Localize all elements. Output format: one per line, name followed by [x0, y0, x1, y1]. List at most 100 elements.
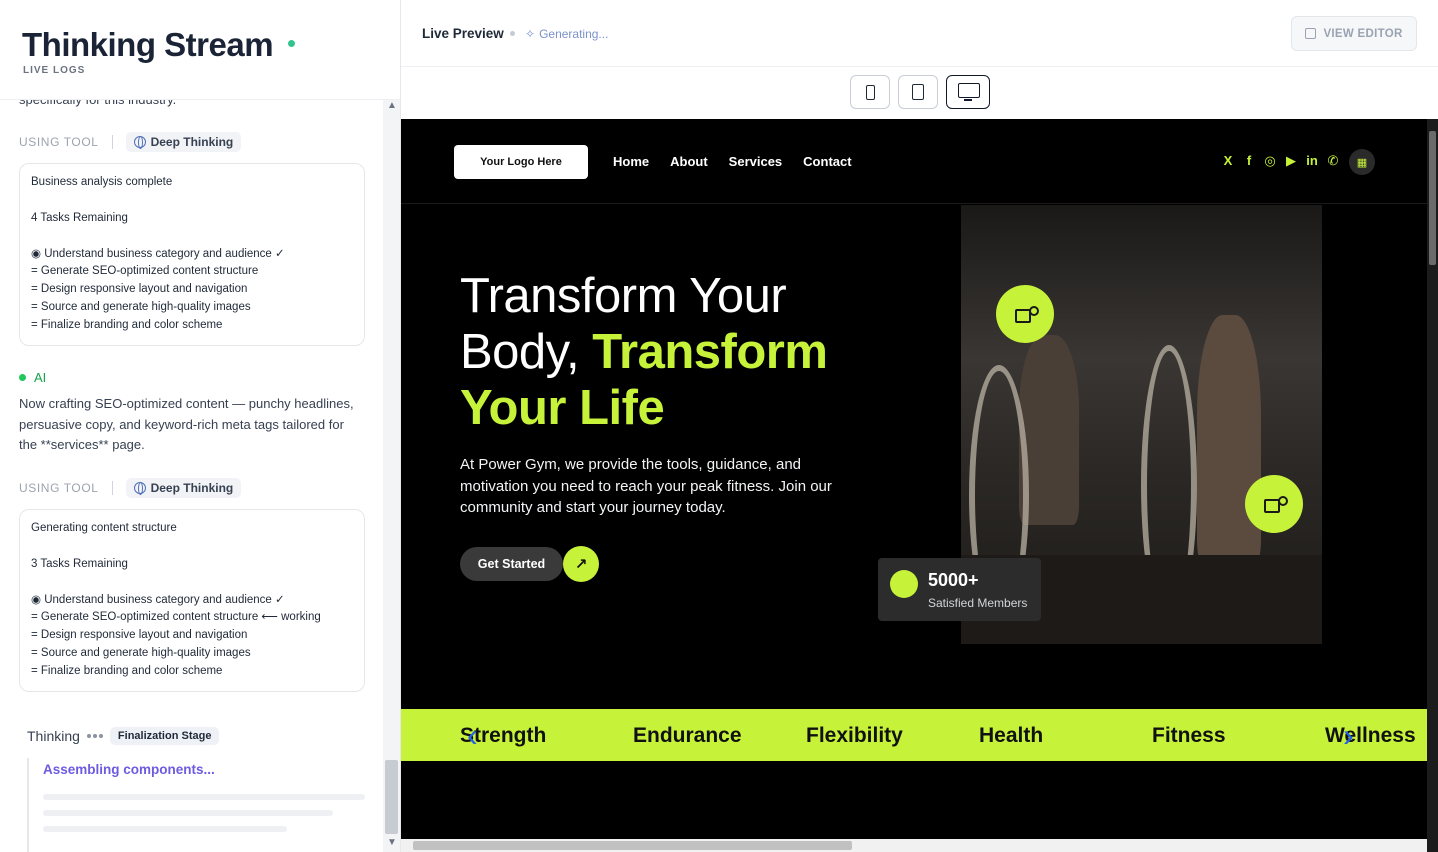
marquee-item: Wellness: [1325, 724, 1416, 747]
live-preview-title: Live Preview: [422, 26, 504, 41]
keywords-marquee: Strength Endurance Flexibility Health Fi…: [401, 709, 1427, 761]
grid-menu-icon[interactable]: ▦: [1349, 149, 1375, 175]
page-subtitle: LIVE LOGS: [23, 65, 86, 76]
nav-link-about[interactable]: About: [670, 154, 708, 169]
arrow-up-right-icon[interactable]: ↗: [563, 546, 599, 582]
thinking-stream-panel: specifically for this industry. USING TO…: [0, 0, 401, 852]
megaphone-icon: [996, 285, 1054, 343]
chevron-left-icon[interactable]: ‹: [467, 717, 478, 753]
site-navbar: Your Logo Here Home About Services Conta…: [401, 119, 1427, 204]
task-status: Generating content structure: [31, 522, 177, 534]
hero-description: At Power Gym, we provide the tools, guid…: [460, 456, 832, 516]
scroll-up-icon[interactable]: ▲: [387, 100, 397, 111]
stat-label: Satisfied Members: [928, 596, 1028, 610]
task-box: Generating content structure 3 Tasks Rem…: [19, 509, 365, 692]
task-item: = Generate SEO-optimized content structu…: [31, 265, 259, 278]
megaphone-icon: [1245, 475, 1303, 533]
hero-heading-line3: Your Life: [460, 381, 665, 435]
hero-heading-line1: Transform Your: [460, 269, 787, 323]
task-item: = Source and generate high-quality image…: [31, 646, 251, 659]
live-preview-panel: Live Preview ✧ Generating... VIEW EDITOR…: [401, 0, 1438, 852]
stage-badge: Finalization Stage: [109, 727, 220, 745]
tool-name: Deep Thinking: [150, 481, 234, 495]
youtube-icon[interactable]: ▶: [1284, 153, 1298, 168]
preview-topbar: Live Preview ✧ Generating... VIEW EDITOR: [401, 0, 1438, 67]
stream-log[interactable]: specifically for this industry. USING TO…: [0, 80, 383, 852]
get-started-button[interactable]: Get Started: [460, 547, 563, 581]
generating-status: ✧ Generating...: [525, 27, 608, 41]
assembling-text: Assembling components...: [43, 762, 215, 777]
task-item: ◉ Understand business category and audie…: [31, 593, 285, 606]
task-item: = Design responsive layout and navigatio…: [31, 283, 248, 296]
desktop-view-button[interactable]: [946, 75, 990, 109]
hero-highlight: Transform: [592, 325, 828, 379]
tool-pill: Deep Thinking: [125, 478, 242, 498]
left-scrollbar[interactable]: ▲ ▼: [383, 100, 400, 852]
chevron-right-icon[interactable]: ›: [1343, 717, 1354, 753]
marquee-item: Endurance: [633, 724, 742, 747]
globe-icon: [133, 482, 146, 495]
sparkle-icon: ✧: [525, 27, 536, 41]
device-toggle: [850, 75, 990, 109]
tool-name: Deep Thinking: [150, 135, 234, 149]
stat-card: 5000+ Satisfied Members: [878, 558, 1041, 621]
divider: [111, 481, 113, 495]
whatsapp-icon[interactable]: ✆: [1326, 153, 1340, 168]
skeleton-line: [43, 810, 333, 816]
tablet-view-button[interactable]: [898, 75, 938, 109]
app-window: specifically for this industry. USING TO…: [0, 0, 1438, 852]
task-status: Business analysis complete: [31, 176, 173, 188]
site-logo[interactable]: Your Logo Here: [454, 145, 588, 179]
tool-label: USING TOOL: [19, 481, 99, 495]
mobile-view-button[interactable]: [850, 75, 890, 109]
view-editor-button[interactable]: VIEW EDITOR: [1291, 16, 1417, 51]
marquee-item: Health: [979, 724, 1044, 747]
loading-dots-icon: [86, 734, 103, 738]
scrollbar-thumb[interactable]: [1429, 131, 1436, 265]
athlete-figure: [1197, 315, 1261, 565]
instagram-icon[interactable]: ◎: [1263, 153, 1277, 168]
ai-message: Now crafting SEO-optimized content — pun…: [19, 396, 354, 452]
nav-link-contact[interactable]: Contact: [803, 154, 851, 169]
nav-link-home[interactable]: Home: [613, 154, 649, 169]
thinking-body: Assembling components...: [27, 758, 367, 852]
task-item: = Finalize branding and color scheme: [31, 664, 223, 677]
tool-pill: Deep Thinking: [125, 132, 242, 152]
x-twitter-icon[interactable]: X: [1221, 153, 1235, 168]
ai-label-row: AI: [19, 370, 46, 385]
hero-text: Body,: [460, 325, 593, 379]
marquee-item: Fitness: [1152, 724, 1226, 747]
thinking-label: Thinking: [27, 728, 80, 744]
scrollbar-thumb[interactable]: [385, 760, 398, 834]
website-preview[interactable]: Your Logo Here Home About Services Conta…: [401, 119, 1438, 852]
tool-usage-row: USING TOOL Deep Thinking: [19, 477, 242, 499]
tasks-remaining: 3 Tasks Remaining: [31, 557, 128, 570]
nav-link-services[interactable]: Services: [729, 154, 783, 169]
preview-horizontal-scrollbar[interactable]: [401, 839, 1427, 852]
ai-status-dot: [19, 374, 26, 381]
separator-dot: [510, 31, 515, 36]
generating-label: Generating...: [539, 27, 609, 41]
thinking-row: Thinking Finalization Stage: [27, 727, 220, 745]
marquee-item: Flexibility: [806, 724, 903, 747]
preview-vertical-scrollbar[interactable]: [1427, 119, 1438, 852]
linkedin-icon[interactable]: in: [1305, 153, 1319, 168]
social-links: X f ◎ ▶ in ✆: [1221, 153, 1340, 168]
skeleton-line: [43, 794, 365, 800]
tool-usage-row: USING TOOL Deep Thinking: [19, 131, 242, 153]
globe-icon: [133, 136, 146, 149]
task-item: ◉ Understand business category and audie…: [31, 247, 285, 260]
task-box: Business analysis complete 4 Tasks Remai…: [19, 163, 365, 346]
facebook-icon[interactable]: f: [1242, 153, 1256, 168]
tasks-remaining: 4 Tasks Remaining: [31, 211, 128, 224]
phone-icon: [865, 84, 875, 100]
scrollbar-thumb[interactable]: [413, 841, 852, 850]
scroll-down-icon[interactable]: ▼: [387, 837, 397, 848]
task-item: = Generate SEO-optimized content structu…: [31, 611, 321, 624]
task-item: = Source and generate high-quality image…: [31, 300, 251, 313]
ai-label: AI: [34, 370, 47, 385]
live-indicator-dot: [288, 40, 295, 47]
task-item: = Design responsive layout and navigatio…: [31, 629, 248, 642]
left-header: Thinking Stream LIVE LOGS: [0, 0, 400, 100]
members-icon: [890, 570, 918, 598]
